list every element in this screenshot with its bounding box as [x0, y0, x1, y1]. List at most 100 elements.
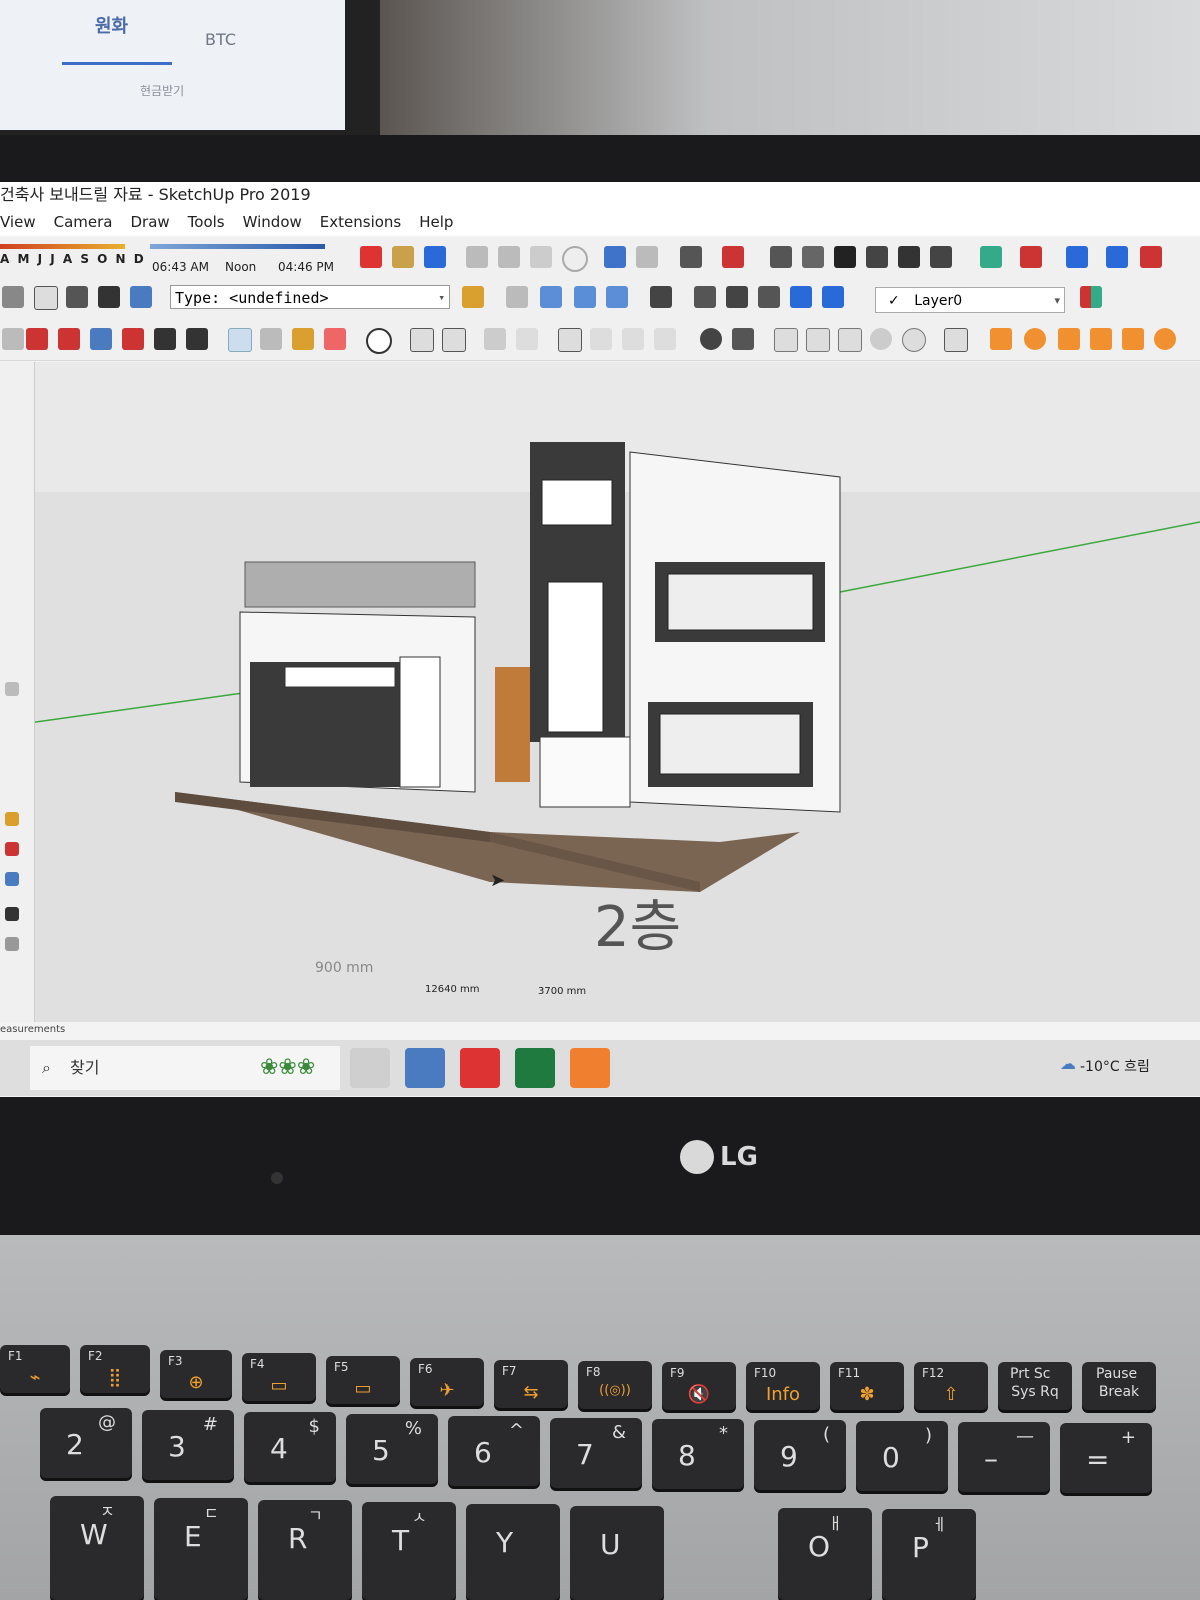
look-around-icon[interactable]	[154, 328, 176, 350]
key-f6[interactable]: F6 ✈	[410, 1358, 484, 1406]
make-component-icon[interactable]	[260, 328, 282, 350]
key-f10[interactable]: F10 Info	[746, 1362, 820, 1410]
key-pause[interactable]: Pause Break	[1082, 1362, 1156, 1410]
key-f5[interactable]: F5 ▭	[326, 1356, 400, 1404]
menu-draw[interactable]: Draw	[130, 208, 169, 236]
redo-icon[interactable]	[636, 246, 658, 268]
key-4[interactable]: $4	[244, 1412, 336, 1482]
protractor-icon[interactable]	[1058, 328, 1080, 350]
key-r[interactable]: ㄱR	[258, 1500, 352, 1600]
axes-icon[interactable]	[1090, 328, 1112, 350]
shaded-icon[interactable]	[66, 286, 88, 308]
menu-tools[interactable]: Tools	[188, 208, 225, 236]
key-f11[interactable]: F11 ✽	[830, 1362, 904, 1410]
key-f7[interactable]: F7 ⇆	[494, 1360, 568, 1408]
iso-view-icon[interactable]	[770, 246, 792, 268]
section-fill-icon[interactable]	[606, 286, 628, 308]
smoove-icon[interactable]	[590, 328, 612, 350]
solid-inspector-icon[interactable]	[902, 328, 926, 352]
section-cut-icon[interactable]	[574, 286, 596, 308]
tape-measure-icon[interactable]	[366, 328, 392, 354]
follow-me-icon[interactable]	[990, 328, 1012, 350]
key-7[interactable]: & 7	[550, 1418, 642, 1488]
print-icon[interactable]	[680, 246, 702, 268]
open-folder-icon[interactable]	[392, 246, 414, 268]
menu-extensions[interactable]: Extensions	[320, 208, 401, 236]
zoom-extents-icon[interactable]	[58, 328, 80, 350]
key-u[interactable]: U	[570, 1506, 664, 1600]
sort-down-icon[interactable]	[1140, 246, 1162, 268]
split-icon[interactable]	[870, 328, 892, 350]
new-file-icon[interactable]	[360, 246, 382, 268]
left-tool-icon-3[interactable]	[5, 842, 19, 856]
teapot-icon[interactable]	[410, 328, 434, 352]
menu-window[interactable]: Window	[243, 208, 302, 236]
back-view-icon[interactable]	[898, 246, 920, 268]
key-f2[interactable]: F2 ⣿	[80, 1345, 150, 1393]
key-8[interactable]: * 8	[652, 1419, 744, 1489]
erase-icon[interactable]	[562, 246, 588, 272]
entity-type-field[interactable]: Type: <undefined> ▾	[170, 285, 450, 309]
left-tool-icon-1[interactable]	[5, 682, 19, 696]
left-tool-icon-5[interactable]	[5, 907, 19, 921]
key-2[interactable]: @2	[40, 1408, 132, 1478]
zoom-icon[interactable]	[2, 328, 24, 350]
select-arrow-icon[interactable]	[228, 328, 252, 352]
edge-taskbar-icon[interactable]	[570, 1048, 610, 1088]
display-section-icon[interactable]	[540, 286, 562, 308]
layer-dropdown[interactable]: ✓ Layer0 ▾	[875, 287, 1065, 313]
key-0[interactable]: ) 0	[856, 1421, 948, 1491]
taskbar-search[interactable]: ⌕ 찾기 ❀❀❀	[30, 1046, 340, 1090]
weather-readout[interactable]: -10°C 흐림	[1080, 1056, 1150, 1076]
menu-help[interactable]: Help	[419, 208, 453, 236]
chevron-down-icon[interactable]: ▾	[1054, 288, 1060, 314]
sandbox-icon[interactable]	[484, 328, 506, 350]
upload-icon[interactable]	[1066, 246, 1088, 268]
key-prtsc[interactable]: Prt Sc Sys Rq	[998, 1362, 1072, 1410]
right-view-icon[interactable]	[866, 246, 888, 268]
menu-view[interactable]: View	[0, 208, 36, 236]
face-style-icon[interactable]	[2, 286, 24, 308]
paste-icon[interactable]	[530, 246, 552, 268]
add-detail-icon[interactable]	[622, 328, 644, 350]
warehouse-icon[interactable]	[980, 246, 1002, 268]
arc-icon[interactable]	[1154, 328, 1176, 350]
outer-shell-icon[interactable]	[700, 328, 722, 350]
key-equals[interactable]: + =	[1060, 1423, 1152, 1493]
subtract-icon[interactable]	[806, 328, 830, 352]
undo-icon[interactable]	[604, 246, 626, 268]
layer-manager-icon[interactable]	[1080, 286, 1102, 308]
key-f12[interactable]: F12 ⇧	[914, 1362, 988, 1410]
task-view-icon[interactable]	[350, 1048, 390, 1088]
circle-icon[interactable]	[1024, 328, 1046, 350]
sketchup-taskbar-icon[interactable]	[460, 1048, 500, 1088]
wireframe-icon[interactable]	[694, 286, 716, 308]
remote-desktop-icon[interactable]	[405, 1048, 445, 1088]
left-tool-icon-2[interactable]	[5, 812, 19, 826]
key-o[interactable]: ㅐO	[778, 1508, 872, 1600]
front-view-icon[interactable]	[834, 246, 856, 268]
zoom-window-icon[interactable]	[26, 328, 48, 350]
eraser-icon[interactable]	[324, 328, 346, 350]
walk-icon[interactable]	[186, 328, 208, 350]
stamp-icon[interactable]	[516, 328, 538, 350]
key-f8[interactable]: F8 ((◎))	[578, 1361, 652, 1409]
key-f9[interactable]: F9 🔇	[662, 1362, 736, 1410]
xray-icon[interactable]	[650, 286, 672, 308]
trim-icon[interactable]	[838, 328, 862, 352]
model-info-icon[interactable]	[722, 246, 744, 268]
mono-style-icon[interactable]	[822, 286, 844, 308]
shadow-date-slider[interactable]	[0, 244, 125, 249]
top-view-icon[interactable]	[802, 246, 824, 268]
paint-icon[interactable]	[292, 328, 314, 350]
dimension-icon[interactable]	[1122, 328, 1144, 350]
intersect-icon[interactable]	[732, 328, 754, 350]
key-6[interactable]: ^ 6	[448, 1416, 540, 1486]
left-tool-icon-6[interactable]	[5, 937, 19, 951]
left-tool-icon-4[interactable]	[5, 872, 19, 886]
textured-icon[interactable]	[98, 286, 120, 308]
back-edges-icon[interactable]	[726, 286, 748, 308]
sort-up-icon[interactable]	[1106, 246, 1128, 268]
position-camera-icon[interactable]	[122, 328, 144, 350]
key-t[interactable]: ㅅT	[362, 1502, 456, 1600]
